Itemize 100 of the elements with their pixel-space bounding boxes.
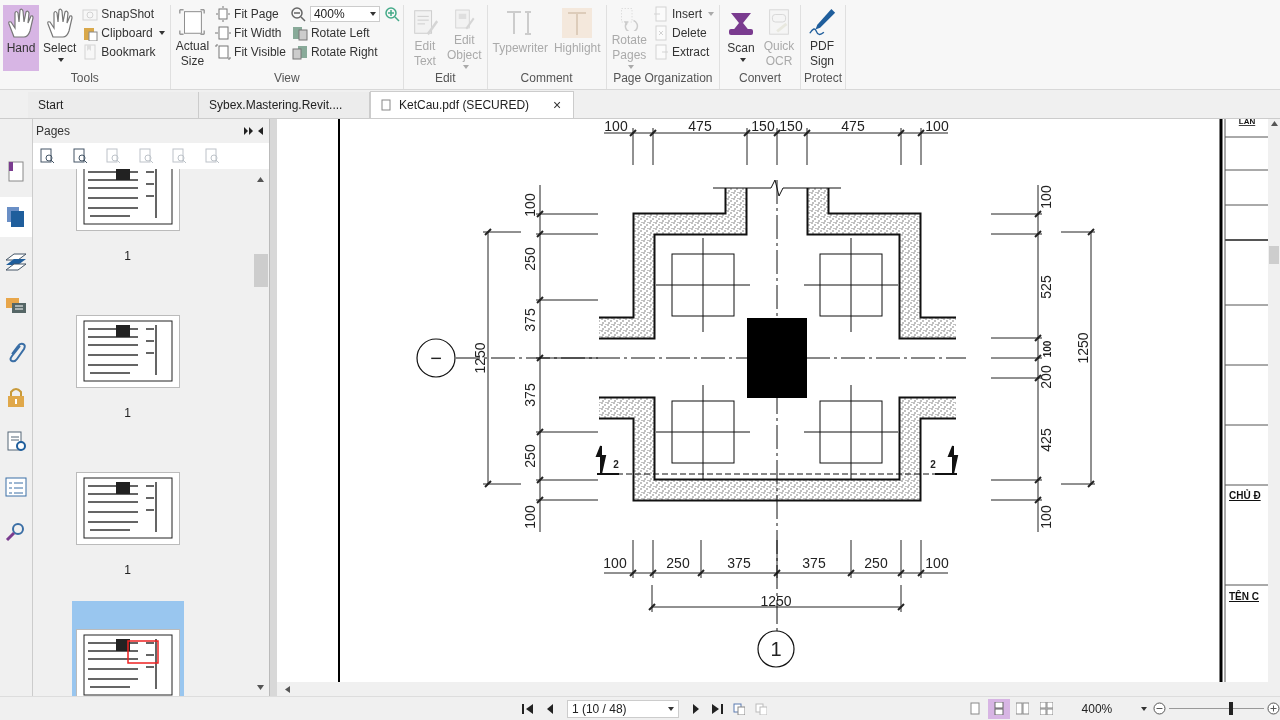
page-magnifier-icon [138, 148, 154, 164]
scroll-down-icon [257, 685, 264, 690]
caret-icon [708, 11, 714, 16]
dimension-label: 250 [522, 247, 538, 271]
dimension-label: 375 [522, 308, 538, 332]
page-magnifier-icon [72, 148, 88, 164]
page-number-label: 1 [124, 249, 131, 263]
dimension-label: 1250 [1075, 332, 1091, 364]
dimension-label: 475 [688, 119, 712, 134]
dimension-label: 100 [522, 193, 538, 217]
page-thumbnail[interactable] [75, 472, 180, 545]
caret-icon [462, 65, 469, 69]
zoom-out-icon [289, 5, 306, 22]
thumbnail-item[interactable]: 1 [71, 287, 184, 444]
page-thumbnail[interactable] [75, 169, 180, 231]
side-panel-tab[interactable] [0, 197, 32, 237]
fit-page-icon [215, 5, 232, 22]
page-magnifier-icon [39, 148, 55, 164]
thumbnail-tool-button[interactable] [72, 148, 88, 164]
ribbon-button[interactable]: Scan [723, 5, 759, 71]
rotate-right-icon [291, 43, 308, 60]
page-magnifier-icon [204, 148, 220, 164]
bookmark-icon [82, 43, 99, 60]
page-layout-icon [968, 702, 982, 715]
scrollbar-thumb[interactable] [1269, 246, 1279, 264]
caret-icon [627, 65, 634, 69]
caret-icon [667, 706, 674, 711]
dimension-label: 100 [1038, 505, 1054, 529]
thumbnail-item[interactable]: 1 [71, 169, 184, 287]
close-tab-button[interactable]: × [551, 97, 564, 113]
dimension-label: 525 [1038, 275, 1054, 299]
dimension-label: 200 [1038, 365, 1054, 389]
page-magnifier-icon [105, 148, 121, 164]
group-label: Protect [804, 71, 843, 87]
caret-icon [58, 58, 65, 62]
scroll-left-icon [285, 685, 290, 693]
page-thumbnail[interactable] [75, 629, 180, 696]
ribbon-button[interactable]: PDF Sign [804, 5, 840, 71]
dimension-label: 100 [522, 505, 538, 529]
page-number-field[interactable]: 1 (10 / 48) [566, 699, 679, 718]
dimension-label: 475 [841, 119, 865, 134]
ribbon-button[interactable]: Rotate Right [289, 43, 400, 60]
scroll-up-icon [257, 177, 264, 182]
dimension-label: 100 [1038, 185, 1054, 209]
dimension-label: 250 [522, 444, 538, 468]
delete-page-icon [653, 24, 669, 41]
zoom-field[interactable]: 400% [1081, 701, 1148, 716]
dimension-label: 375 [802, 555, 826, 571]
dimension-label: 100 [925, 555, 949, 571]
axis-marker-label: 1 [770, 638, 782, 660]
last-page-icon [711, 702, 724, 715]
document-tab[interactable]: Sybex.Mastering.Revit.... [199, 92, 370, 118]
zoom-field[interactable]: 400% [309, 5, 380, 22]
zoom-in-icon [383, 5, 400, 22]
rotate-left-icon [291, 24, 308, 41]
insert-page-icon [653, 5, 669, 22]
document-tab[interactable]: Start [28, 92, 199, 118]
title-block-label: CHỦ Đ [1229, 490, 1261, 501]
dimension-label: 150 [779, 119, 803, 134]
page-number-label: 1 [124, 563, 131, 577]
ribbon-button[interactable]: Select [41, 5, 79, 71]
slider-thumb[interactable] [1228, 702, 1233, 715]
dimension-label: 100 [925, 119, 949, 134]
collapse-arrow-icon [258, 127, 263, 135]
ribbon-button[interactable]: Actual Size [173, 5, 212, 71]
scrollbar-thumb[interactable] [253, 254, 268, 287]
title-block-label: TÊN C [1229, 591, 1259, 602]
document-tab[interactable]: KetCau.pdf (SECURED) × [370, 91, 575, 118]
pages-view-icon [755, 702, 768, 715]
ribbon-button[interactable]: Clipboard [80, 24, 167, 41]
group-label: Convert [738, 71, 783, 87]
dimension-label: 1250 [760, 593, 792, 609]
page-layout-button[interactable] [987, 698, 1010, 719]
caret-icon [1141, 706, 1148, 711]
ribbon-button[interactable]: Rotate Left [289, 24, 400, 41]
page-thumbnail[interactable] [75, 315, 180, 388]
ribbon-button[interactable]: Fit Page [213, 5, 288, 22]
thumbnail-tool-button[interactable] [39, 148, 55, 164]
ribbon-button[interactable]: Fit Width [213, 24, 288, 41]
dimension-label: 100 [603, 555, 627, 571]
thumbnail-item[interactable]: 1 [71, 444, 184, 601]
title-block-label: LAN [1238, 119, 1256, 126]
page-layout-icon [1040, 702, 1054, 715]
caret-icon [158, 30, 165, 35]
page-layout-icon [1016, 702, 1030, 715]
dimension-label: 425 [1038, 428, 1054, 452]
panel-title: Pages [36, 124, 71, 138]
section-marker-label: 2 [930, 459, 936, 470]
caret-icon [739, 58, 746, 62]
zoom-out-icon [1153, 702, 1167, 715]
ribbon-button[interactable]: Fit Visible [213, 43, 288, 60]
hand-icon [5, 7, 37, 39]
group-label: Tools [69, 71, 100, 87]
document-search-icon [4, 430, 28, 454]
dimension-label: 1250 [472, 342, 488, 374]
page-number-label: 1 [124, 406, 131, 420]
ribbon-button[interactable]: Hand [3, 5, 39, 71]
document-icon [381, 99, 391, 111]
extract-page-icon [653, 43, 669, 60]
scroll-up-icon [1270, 121, 1278, 126]
